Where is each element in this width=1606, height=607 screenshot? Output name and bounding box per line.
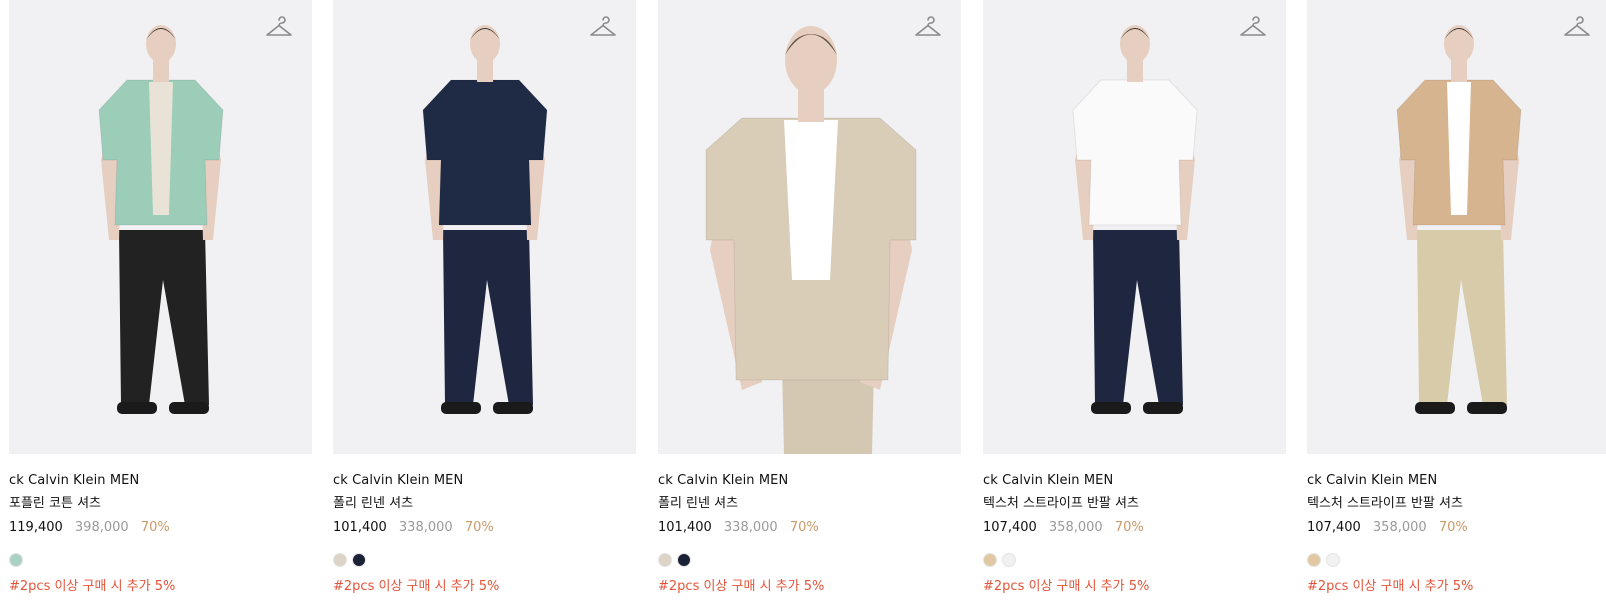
- discount-rate: 70%: [464, 520, 494, 535]
- color-swatch[interactable]: [9, 553, 23, 567]
- color-swatches: [333, 553, 636, 569]
- original-price: 358,000: [1048, 520, 1103, 535]
- hanger-icon[interactable]: [1238, 14, 1268, 44]
- left-sandal: [441, 402, 481, 414]
- inner-shirt: [149, 82, 173, 215]
- color-swatch[interactable]: [1307, 553, 1321, 567]
- discount-rate: 70%: [140, 520, 170, 535]
- model-photo: [983, 0, 1286, 454]
- color-swatch[interactable]: [1002, 553, 1016, 567]
- sale-price: 107,400: [983, 520, 1037, 535]
- product-brand[interactable]: ck Calvin Klein MEN: [658, 472, 961, 490]
- hanger-icon[interactable]: [1562, 14, 1592, 44]
- hanger-icon[interactable]: [913, 14, 943, 44]
- product-name[interactable]: 텍스처 스트라이프 반팔 셔츠: [983, 495, 1286, 513]
- model-photo: [1307, 0, 1606, 454]
- sale-price: 119,400: [9, 520, 63, 535]
- product-image[interactable]: [1307, 0, 1606, 454]
- product-brand[interactable]: ck Calvin Klein MEN: [9, 472, 312, 490]
- color-swatches: [9, 553, 312, 569]
- product-name[interactable]: 포플린 코튼 셔츠: [9, 495, 312, 513]
- model-photo: [658, 0, 961, 454]
- sale-price: 101,400: [333, 520, 387, 535]
- product-card[interactable]: ck Calvin Klein MEN 폴리 린넨 셔츠 101,400 338…: [658, 0, 961, 596]
- promo-text: #2pcs 이상 구매 시 추가 5%: [658, 579, 825, 594]
- discount-rate: 70%: [1114, 520, 1144, 535]
- right-sandal: [1467, 402, 1507, 414]
- discount-rate: 70%: [789, 520, 819, 535]
- product-image[interactable]: [333, 0, 636, 454]
- model-photo: [333, 0, 636, 454]
- head: [470, 25, 500, 63]
- product-brand[interactable]: ck Calvin Klein MEN: [983, 472, 1286, 490]
- original-price: 398,000: [74, 520, 129, 535]
- inner-shirt: [473, 82, 497, 215]
- product-image[interactable]: [983, 0, 1286, 454]
- inner-shirt: [1123, 82, 1147, 215]
- price-row: 119,400 398,000 70%: [9, 519, 312, 537]
- hanger-icon[interactable]: [264, 14, 294, 44]
- product-image[interactable]: [658, 0, 961, 454]
- color-swatches: [1307, 553, 1606, 569]
- price-row: 107,400 358,000 70%: [983, 519, 1286, 537]
- right-sandal: [1143, 402, 1183, 414]
- product-brand[interactable]: ck Calvin Klein MEN: [333, 472, 636, 490]
- head: [146, 25, 176, 63]
- promo-text: #2pcs 이상 구매 시 추가 5%: [1307, 579, 1474, 594]
- product-image[interactable]: [9, 0, 312, 454]
- inner-shirt: [1447, 82, 1471, 215]
- original-price: 358,000: [1372, 520, 1427, 535]
- price-row: 101,400 338,000 70%: [333, 519, 636, 537]
- model-photo: [9, 0, 312, 454]
- product-card[interactable]: ck Calvin Klein MEN 텍스처 스트라이프 반팔 셔츠 107,…: [983, 0, 1286, 596]
- sale-price: 101,400: [658, 520, 712, 535]
- product-brand[interactable]: ck Calvin Klein MEN: [1307, 472, 1606, 490]
- right-sandal: [169, 402, 209, 414]
- product-card[interactable]: ck Calvin Klein MEN 포플린 코튼 셔츠 119,400 39…: [9, 0, 312, 596]
- left-sandal: [117, 402, 157, 414]
- product-name[interactable]: 텍스처 스트라이프 반팔 셔츠: [1307, 495, 1606, 513]
- color-swatch[interactable]: [983, 553, 997, 567]
- original-price: 338,000: [723, 520, 778, 535]
- left-sandal: [1415, 402, 1455, 414]
- sale-price: 107,400: [1307, 520, 1361, 535]
- discount-rate: 70%: [1438, 520, 1468, 535]
- color-swatch[interactable]: [1326, 553, 1340, 567]
- promo-text: #2pcs 이상 구매 시 추가 5%: [983, 579, 1150, 594]
- color-swatches: [983, 553, 1286, 569]
- product-name[interactable]: 폴리 린넨 셔츠: [658, 495, 961, 513]
- price-row: 107,400 358,000 70%: [1307, 519, 1606, 537]
- promo-text: #2pcs 이상 구매 시 추가 5%: [333, 579, 500, 594]
- product-grid: ck Calvin Klein MEN 포플린 코튼 셔츠 119,400 39…: [0, 0, 1606, 607]
- color-swatch[interactable]: [677, 553, 691, 567]
- left-sandal: [1091, 402, 1131, 414]
- color-swatch[interactable]: [658, 553, 672, 567]
- right-sandal: [493, 402, 533, 414]
- original-price: 338,000: [398, 520, 453, 535]
- product-card[interactable]: ck Calvin Klein MEN 폴리 린넨 셔츠 101,400 338…: [333, 0, 636, 596]
- promo-text: #2pcs 이상 구매 시 추가 5%: [9, 579, 176, 594]
- price-row: 101,400 338,000 70%: [658, 519, 961, 537]
- hanger-icon[interactable]: [588, 14, 618, 44]
- head: [785, 26, 837, 94]
- product-card[interactable]: ck Calvin Klein MEN 텍스처 스트라이프 반팔 셔츠 107,…: [1307, 0, 1606, 596]
- color-swatch[interactable]: [333, 553, 347, 567]
- color-swatches: [658, 553, 961, 569]
- head: [1444, 25, 1474, 63]
- inner-shirt: [784, 120, 838, 280]
- head: [1120, 25, 1150, 63]
- color-swatch[interactable]: [352, 553, 366, 567]
- product-name[interactable]: 폴리 린넨 셔츠: [333, 495, 636, 513]
